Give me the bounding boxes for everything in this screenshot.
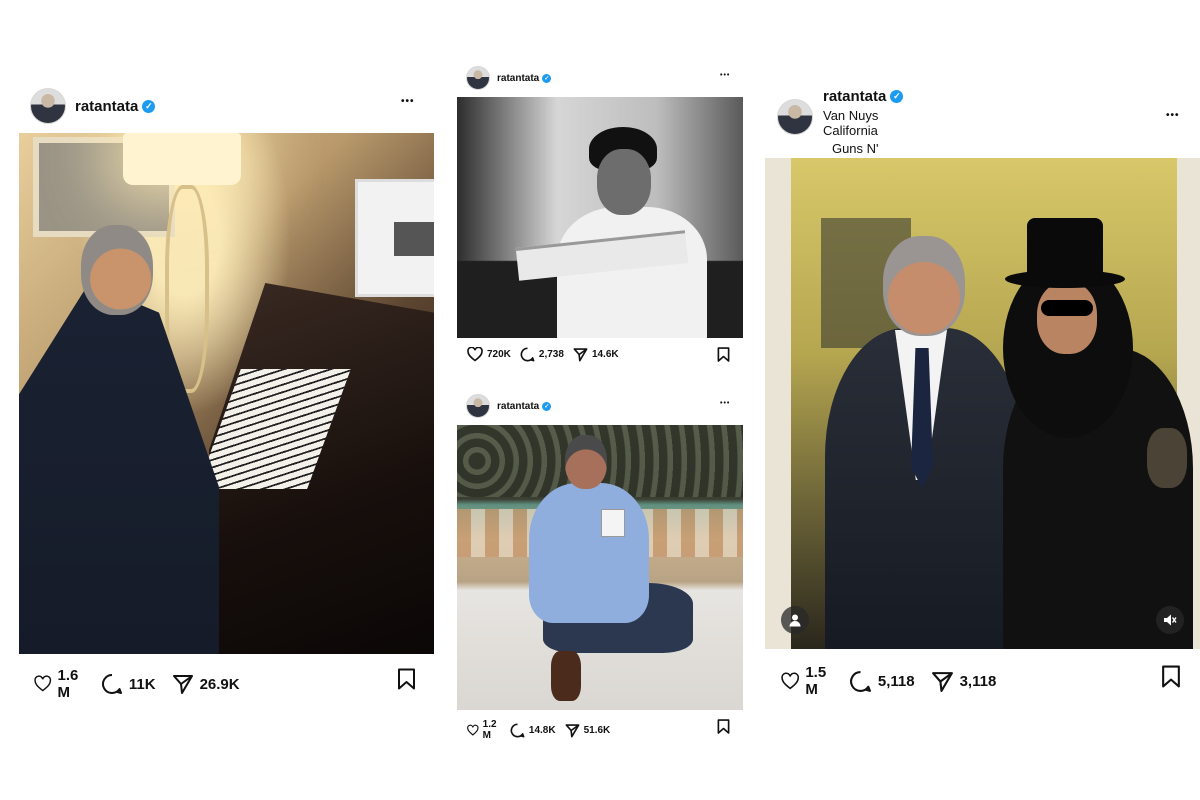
post-image[interactable] — [19, 133, 434, 654]
like-button[interactable]: 1.5 M — [781, 664, 833, 698]
comment-button[interactable]: 11K — [101, 673, 156, 695]
mute-button[interactable] — [1156, 606, 1184, 634]
share-button[interactable]: 14.6K — [573, 347, 619, 362]
comment-count: 11K — [128, 675, 156, 693]
verified-badge-icon: ✓ — [542, 401, 552, 411]
post-image[interactable] — [457, 97, 743, 338]
save-button[interactable] — [717, 719, 730, 739]
share-button[interactable]: 26.9K — [172, 673, 240, 695]
speaker-muted-icon — [1164, 614, 1177, 626]
verified-badge-icon: ✓ — [542, 73, 552, 83]
more-icon[interactable]: ••• — [1166, 110, 1180, 121]
more-icon[interactable]: ••• — [401, 96, 415, 107]
verified-badge-icon: ✓ — [142, 99, 156, 113]
location-link[interactable]: Van Nuys California — [823, 108, 903, 138]
verified-badge-icon: ✓ — [890, 90, 904, 103]
username[interactable]: ratantata — [497, 401, 539, 412]
send-icon — [172, 675, 193, 694]
post-image[interactable] — [765, 158, 1200, 649]
action-bar: 1.2 M 14.8K 51.6K — [467, 719, 610, 741]
heart-icon — [34, 675, 52, 692]
like-count: 1.5 M — [805, 664, 827, 698]
comment-count: 2,738 — [538, 349, 564, 360]
action-bar: 720K 2,738 14.6K — [467, 347, 619, 362]
send-icon — [573, 348, 588, 362]
comment-button[interactable]: 14.8K — [510, 723, 556, 738]
action-bar: 1.5 M 5,118 3,118 — [781, 664, 996, 698]
heart-icon — [467, 724, 479, 736]
save-button[interactable] — [397, 668, 416, 695]
username[interactable]: ratantata — [823, 88, 886, 105]
heart-icon — [467, 347, 483, 362]
like-count: 720K — [487, 349, 511, 360]
comment-icon — [510, 723, 525, 737]
more-icon[interactable]: ••• — [720, 400, 730, 407]
post-header: ratantata ✓ — [466, 394, 552, 418]
action-bar: 1.6 M 11K 26.9K — [34, 667, 240, 701]
avatar[interactable] — [777, 99, 813, 135]
like-button[interactable]: 1.6 M — [34, 667, 85, 701]
comment-button[interactable]: 5,118 — [849, 670, 915, 693]
like-button[interactable]: 720K — [467, 347, 511, 362]
share-count: 51.6K — [583, 724, 611, 736]
bookmark-icon — [398, 668, 415, 690]
username[interactable]: ratantata — [497, 73, 539, 84]
bookmark-icon — [1162, 665, 1180, 688]
comment-button[interactable]: 2,738 — [520, 347, 564, 362]
save-button[interactable] — [1161, 665, 1181, 693]
avatar[interactable] — [30, 88, 66, 124]
share-count: 14.6K — [591, 349, 619, 360]
comment-icon — [849, 670, 871, 692]
post-header: ratantata ✓ — [466, 66, 552, 90]
bookmark-icon — [717, 347, 730, 362]
comment-icon — [520, 347, 535, 362]
like-button[interactable]: 1.2 M — [467, 719, 501, 741]
share-count: 26.9K — [199, 675, 240, 693]
comment-count: 5,118 — [877, 672, 915, 690]
bookmark-icon — [717, 719, 730, 734]
like-count: 1.6 M — [57, 667, 79, 701]
share-button[interactable]: 3,118 — [931, 670, 997, 693]
save-button[interactable] — [717, 347, 730, 367]
tagged-people-button[interactable] — [781, 606, 809, 634]
avatar[interactable] — [466, 394, 490, 418]
send-icon — [931, 671, 953, 692]
user-icon — [789, 614, 801, 627]
username[interactable]: ratantata — [75, 98, 138, 115]
comment-icon — [101, 674, 122, 694]
avatar[interactable] — [466, 66, 490, 90]
comment-count: 14.8K — [528, 724, 556, 736]
post-image[interactable] — [457, 425, 743, 710]
share-count: 3,118 — [959, 672, 997, 690]
more-icon[interactable]: ••• — [720, 72, 730, 79]
heart-icon — [781, 672, 799, 689]
send-icon — [565, 723, 580, 737]
like-count: 1.2 M — [482, 719, 497, 741]
share-button[interactable]: 51.6K — [565, 723, 611, 738]
post-header: ratantata ✓ — [30, 88, 156, 124]
